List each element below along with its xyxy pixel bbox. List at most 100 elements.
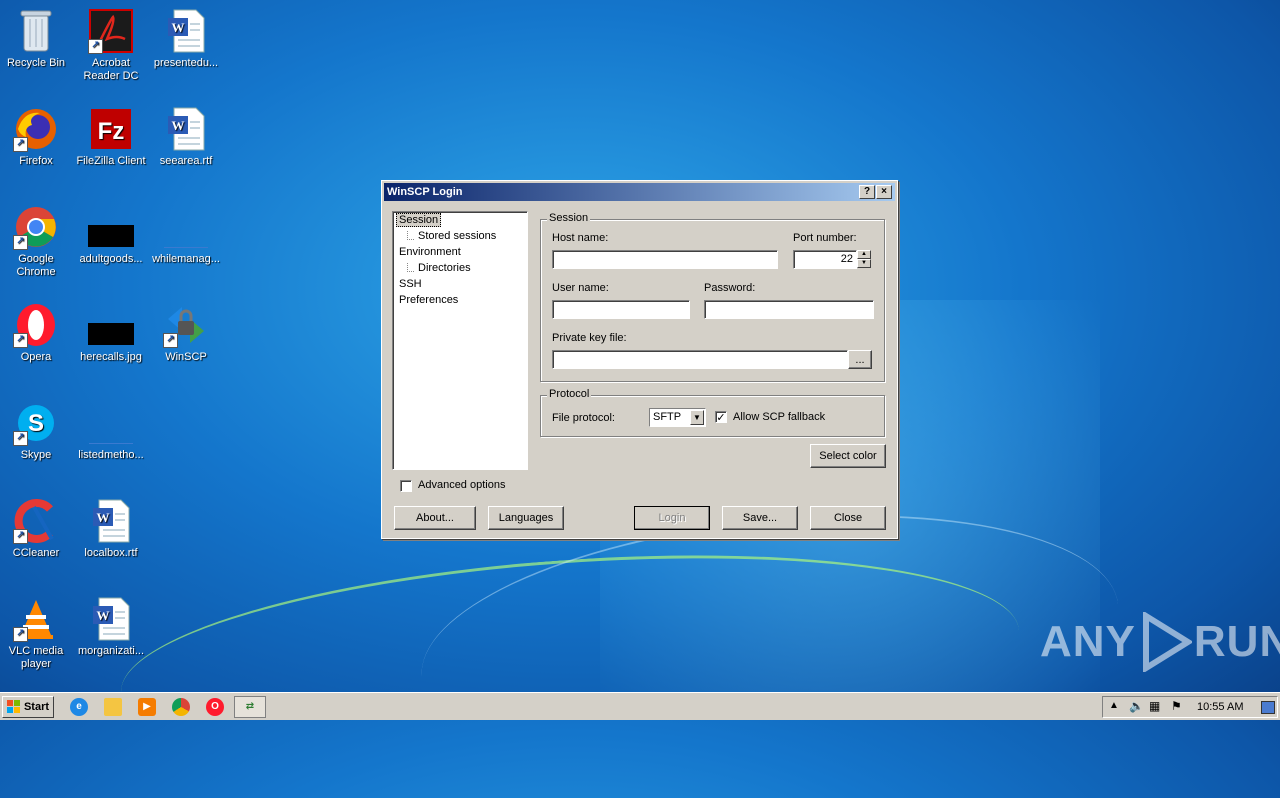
desktop-icon-acrobat[interactable]: ↗ Acrobat Reader DC	[75, 2, 147, 83]
explorer-folder-icon[interactable]	[104, 698, 122, 716]
system-tray: ▲ 🔈 ▦ ⚑ 10:55 AM	[1102, 696, 1278, 718]
svg-text:W: W	[172, 20, 185, 35]
dropdown-arrow-icon[interactable]: ▼	[690, 410, 704, 425]
login-button[interactable]: Login	[634, 506, 710, 530]
spin-up-icon[interactable]: ▲	[857, 250, 871, 259]
save-button[interactable]: Save...	[722, 506, 798, 530]
advanced-options-label: Advanced options	[418, 479, 506, 491]
private-key-input[interactable]	[552, 350, 848, 369]
word-document-icon: W	[163, 106, 209, 152]
desktop-icon-opera[interactable]: ↗ Opera	[0, 296, 72, 364]
firefox-icon: ↗	[13, 106, 59, 152]
tree-item-session[interactable]: Session	[396, 213, 442, 227]
spin-down-icon[interactable]: ▼	[857, 259, 871, 268]
word-document-icon: W	[88, 596, 134, 642]
allow-scp-checkbox[interactable]: ✓	[715, 411, 727, 424]
protocol-group-label: Protocol	[547, 388, 592, 400]
host-name-label: Host name:	[552, 232, 609, 244]
checkmark-icon: ✓	[716, 412, 726, 424]
desktop-icon-seearea[interactable]: W seearea.rtf	[150, 100, 222, 168]
desktop-icon-google-chrome[interactable]: ↗ Google Chrome	[0, 198, 72, 279]
volume-icon[interactable]: 🔈	[1129, 699, 1144, 713]
dialog-titlebar: WinSCP Login ? ×	[384, 183, 895, 201]
chrome-taskbar-icon[interactable]	[172, 698, 190, 716]
skype-icon: S ↗	[13, 400, 59, 446]
close-button[interactable]: Close	[810, 506, 886, 530]
file-protocol-value: SFTP	[653, 411, 682, 423]
start-button[interactable]: Start	[2, 696, 54, 718]
opera-icon: ↗	[13, 302, 59, 348]
taskbar: Start e ▶ O ⇄ ▲ 🔈 ▦ ⚑ 10:55 AM	[0, 692, 1280, 720]
desktop-icon-recycle-bin[interactable]: Recycle Bin	[0, 2, 72, 70]
show-hidden-icons-icon[interactable]: ▲	[1109, 700, 1119, 711]
desktop-icon-herecalls[interactable]: herecalls.jpg	[75, 296, 147, 364]
user-name-input[interactable]	[552, 300, 690, 319]
vlc-icon: ↗	[13, 596, 59, 642]
network-icon[interactable]: ▦	[1149, 699, 1160, 713]
close-window-button[interactable]: ×	[876, 185, 892, 199]
browse-key-button[interactable]: ...	[848, 350, 872, 369]
word-document-icon: W	[88, 498, 134, 544]
protocol-group: Protocol File protocol: SFTP ▼ ✓ Allow S…	[540, 388, 885, 437]
languages-button[interactable]: Languages	[488, 506, 564, 530]
winscp-taskbar-button[interactable]: ⇄	[234, 696, 266, 718]
image-file-icon	[88, 302, 134, 348]
windows-logo-icon	[6, 700, 20, 713]
password-input[interactable]	[704, 300, 874, 319]
tree-item-preferences[interactable]: Preferences	[397, 294, 460, 306]
internet-explorer-icon[interactable]: e	[70, 698, 88, 716]
filezilla-icon: Fz	[88, 106, 134, 152]
user-name-label: User name:	[552, 282, 609, 294]
allow-scp-label: Allow SCP fallback	[733, 411, 826, 423]
session-group-label: Session	[547, 212, 591, 224]
desktop-icon-morganizati[interactable]: W morganizati...	[75, 590, 147, 658]
file-icon	[163, 204, 209, 250]
desktop-icon-localbox[interactable]: W localbox.rtf	[75, 492, 147, 560]
desktop-icon-adultgoods[interactable]: adultgoods...	[75, 198, 147, 266]
tree-connector	[407, 231, 414, 240]
media-player-icon[interactable]: ▶	[138, 698, 156, 716]
about-button[interactable]: About...	[394, 506, 476, 530]
tree-item-directories[interactable]: Directories	[416, 262, 473, 274]
winscp-login-dialog: WinSCP Login ? × Session Stored sessions…	[381, 180, 898, 539]
desktop-icon-listedmetho[interactable]: listedmetho...	[75, 394, 147, 462]
desktop-icon-firefox[interactable]: ↗ Firefox	[0, 100, 72, 168]
port-number-input[interactable]: 22	[793, 250, 857, 269]
navigation-tree: Session Stored sessions Environment Dire…	[392, 211, 528, 470]
file-icon	[88, 400, 134, 446]
help-button[interactable]: ?	[859, 185, 875, 199]
desktop-icon-presentedu[interactable]: W presentedu...	[150, 2, 222, 70]
opera-taskbar-icon[interactable]: O	[206, 698, 224, 716]
desktop-icon-vlc[interactable]: ↗ VLC media player	[0, 590, 72, 671]
tree-item-stored-sessions[interactable]: Stored sessions	[416, 230, 498, 242]
desktop-icon-ccleaner[interactable]: ↗ CCleaner	[0, 492, 72, 560]
clock[interactable]: 10:55 AM	[1197, 701, 1243, 713]
advanced-options-checkbox[interactable]	[400, 480, 412, 492]
recycle-bin-icon	[13, 8, 59, 54]
image-file-icon	[88, 204, 134, 250]
file-protocol-select[interactable]: SFTP ▼	[649, 408, 706, 427]
desktop-icon-winscp[interactable]: ↗ WinSCP	[150, 296, 222, 364]
ccleaner-icon: ↗	[13, 498, 59, 544]
file-protocol-label: File protocol:	[552, 412, 615, 424]
desktop-icon-skype[interactable]: S ↗ Skype	[0, 394, 72, 462]
password-label: Password:	[704, 282, 756, 294]
host-name-input[interactable]	[552, 250, 778, 269]
desktop-icon-whilemanag[interactable]: whilemanag...	[150, 198, 222, 266]
desktop-icon-filezilla[interactable]: Fz FileZilla Client	[75, 100, 147, 168]
word-document-icon: W	[163, 8, 209, 54]
svg-text:W: W	[172, 118, 185, 133]
anyrun-watermark: ANY RUN	[1040, 612, 1280, 672]
winscp-icon: ↗	[163, 302, 209, 348]
select-color-button[interactable]: Select color	[810, 444, 886, 468]
play-logo-icon	[1142, 612, 1192, 672]
action-center-flag-icon[interactable]: ⚑	[1171, 699, 1182, 713]
svg-text:Fz: Fz	[98, 118, 125, 145]
dialog-title: WinSCP Login	[387, 186, 463, 198]
show-desktop-icon[interactable]	[1261, 701, 1275, 714]
svg-text:W: W	[97, 608, 110, 623]
port-spinner[interactable]: ▲ ▼	[857, 250, 871, 269]
tree-item-ssh[interactable]: SSH	[397, 278, 424, 290]
tree-item-environment[interactable]: Environment	[397, 246, 463, 258]
port-number-label: Port number:	[793, 232, 857, 244]
